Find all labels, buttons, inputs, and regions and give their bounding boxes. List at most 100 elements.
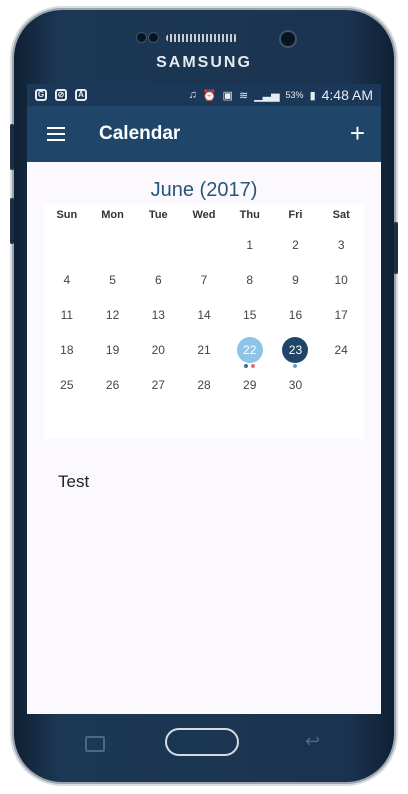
day-number: 6 — [154, 273, 162, 287]
weekday-label: Sun — [56, 209, 78, 221]
device-brand: SAMSUNG — [156, 54, 252, 71]
notification-icon: A — [75, 89, 87, 101]
calendar: June (2017) Sun Mon Tue Wed Thu Fri Sat … — [44, 176, 364, 439]
calendar-day-empty — [318, 366, 364, 401]
screen: G ⊘ A ♫ ⏰ ▣ ≋ ▁▃▅ 53% ▮ 4:48 AM Calendar… — [27, 84, 381, 714]
calendar-day[interactable]: 25 — [44, 366, 90, 401]
day-number: 14 — [197, 308, 211, 322]
volume-button — [10, 124, 14, 170]
earpiece-speaker — [166, 34, 238, 42]
day-number: 1 — [246, 238, 254, 252]
recent-apps-icon[interactable] — [85, 736, 105, 752]
battery-icon: ▮ — [309, 89, 316, 102]
calendar-day[interactable]: 1 — [227, 226, 273, 261]
calendar-week-row: 4 5 6 7 8 9 10 — [44, 261, 364, 296]
calendar-day[interactable]: 26 — [90, 366, 136, 401]
day-number: 10 — [334, 273, 348, 287]
calendar-day[interactable]: 23 — [273, 331, 319, 368]
day-number: 30 — [288, 378, 303, 392]
weekday-label: Fri — [288, 209, 303, 221]
day-number: 22 — [236, 337, 263, 363]
day-number: 25 — [60, 378, 74, 392]
calendar-day[interactable]: 21 — [181, 331, 227, 366]
day-number: 2 — [292, 238, 299, 252]
hd-icon: ▣ — [222, 89, 233, 102]
day-number: 18 — [60, 343, 74, 357]
day-number: 8 — [246, 273, 254, 287]
day-number: 21 — [197, 343, 211, 357]
day-number: 4 — [63, 273, 71, 287]
day-number: 23 — [282, 337, 309, 363]
wifi-icon: ≋ — [238, 89, 249, 102]
day-number: 17 — [334, 308, 348, 322]
day-number: 11 — [60, 308, 74, 322]
calendar-day-empty — [90, 226, 136, 261]
day-number: 28 — [197, 378, 211, 392]
home-button[interactable] — [165, 728, 239, 756]
calendar-day[interactable]: 29 — [227, 366, 273, 401]
notification-icon: G — [35, 89, 47, 101]
calendar-week-row: 25 26 27 28 29 30 — [44, 366, 364, 401]
day-number: 15 — [243, 308, 257, 322]
event-list-item[interactable]: Test — [58, 472, 89, 492]
sensor-dot — [136, 32, 147, 43]
battery-percent: 53% — [285, 90, 304, 100]
day-number: 7 — [200, 273, 208, 287]
signal-icon: ▁▃▅ — [254, 89, 280, 102]
hamburger-menu-icon[interactable] — [47, 127, 65, 141]
calendar-day[interactable]: 20 — [135, 331, 181, 366]
day-number: 26 — [105, 378, 120, 392]
day-number: 27 — [151, 378, 165, 392]
day-number: 5 — [109, 273, 116, 287]
add-event-button[interactable]: + — [350, 118, 365, 148]
day-number: 16 — [288, 308, 303, 322]
notification-icons: G ⊘ A — [35, 89, 87, 101]
status-icons: ♫ ⏰ ▣ ≋ ▁▃▅ 53% ▮ 4:48 AM — [189, 87, 373, 103]
calendar-day-empty — [181, 226, 227, 261]
calendar-day-empty — [44, 226, 90, 261]
calendar-grid: Sun Mon Tue Wed Thu Fri Sat 1 2 3 4 5 6 7 8 9 10 1… — [44, 204, 364, 439]
calendar-day[interactable]: 19 — [90, 331, 136, 366]
calendar-day[interactable]: 7 — [181, 261, 227, 296]
calendar-day[interactable]: 10 — [318, 261, 364, 296]
calendar-day[interactable]: 9 — [273, 261, 319, 296]
back-icon[interactable]: ↩ — [305, 731, 320, 752]
calendar-day[interactable]: 12 — [90, 296, 136, 331]
page-title: Calendar — [99, 123, 181, 144]
calendar-day[interactable]: 8 — [227, 261, 273, 296]
calendar-day[interactable]: 22 — [227, 331, 273, 368]
calendar-day[interactable]: 17 — [318, 296, 364, 331]
day-number: 13 — [151, 308, 165, 322]
calendar-day[interactable]: 27 — [135, 366, 181, 401]
app-bar: Calendar + — [27, 106, 381, 162]
day-number: 19 — [105, 343, 120, 357]
calendar-day[interactable]: 2 — [273, 226, 319, 261]
calendar-day[interactable]: 14 — [181, 296, 227, 331]
sensor-dot — [148, 32, 159, 43]
calendar-week-row: 18 19 20 21 22 23 24 — [44, 331, 364, 368]
calendar-day[interactable]: 6 — [135, 261, 181, 296]
calendar-day[interactable]: 15 — [227, 296, 273, 331]
calendar-day[interactable]: 16 — [273, 296, 319, 331]
calendar-day[interactable]: 18 — [44, 331, 90, 366]
day-number: 24 — [334, 343, 348, 357]
month-title: June (2017) — [150, 179, 258, 201]
calendar-day[interactable]: 28 — [181, 366, 227, 401]
mute-icon: ♫ — [188, 89, 197, 101]
day-number: 12 — [105, 308, 120, 322]
weekday-header: Sun Mon Tue Wed Thu Fri Sat — [44, 204, 364, 226]
weekday-label: Sat — [332, 209, 350, 221]
front-camera — [279, 30, 297, 48]
calendar-day[interactable]: 3 — [318, 226, 364, 261]
status-bar: G ⊘ A ♫ ⏰ ▣ ≋ ▁▃▅ 53% ▮ 4:48 AM — [27, 84, 381, 106]
day-number: 29 — [243, 378, 257, 392]
alarm-icon: ⏰ — [202, 89, 217, 102]
weekday-label: Thu — [239, 209, 260, 221]
calendar-day[interactable]: 24 — [318, 331, 364, 366]
calendar-day[interactable]: 13 — [135, 296, 181, 331]
calendar-day[interactable]: 30 — [273, 366, 319, 401]
calendar-day[interactable]: 4 — [44, 261, 90, 296]
calendar-day[interactable]: 5 — [90, 261, 136, 296]
weekday-label: Tue — [148, 209, 168, 221]
calendar-day[interactable]: 11 — [44, 296, 90, 331]
